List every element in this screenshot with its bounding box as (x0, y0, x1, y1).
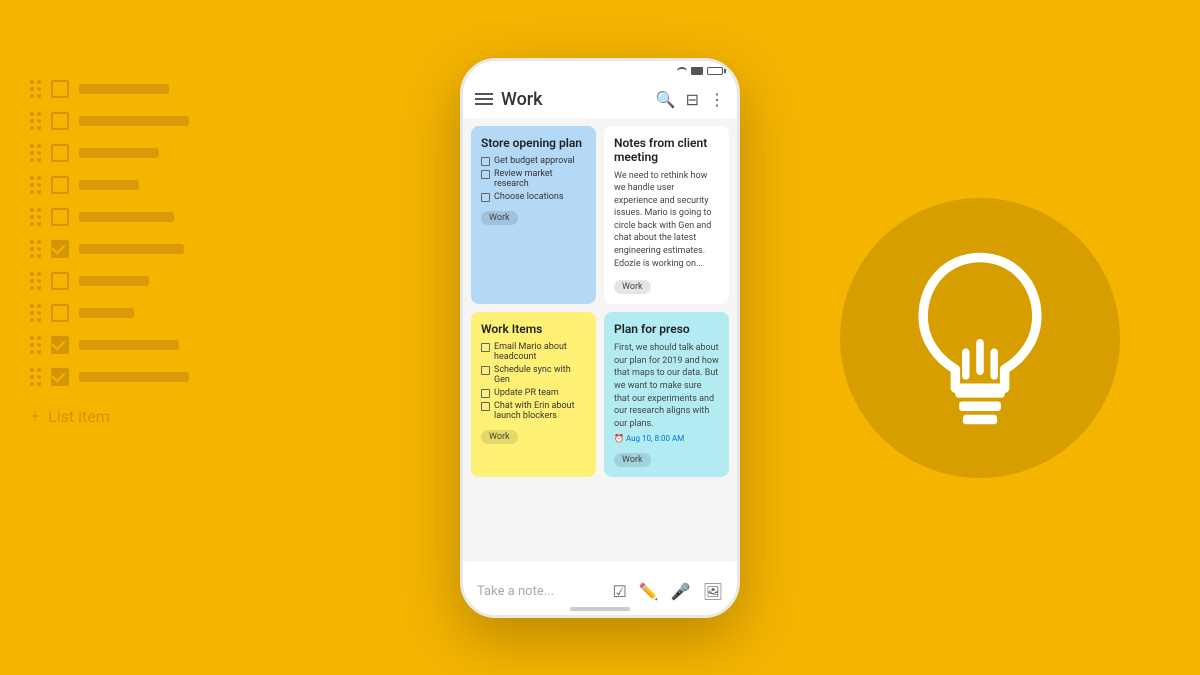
list-item-bar (79, 276, 149, 286)
checkbox-4 (481, 343, 490, 352)
note-plan-preso[interactable]: Plan for preso First, we should talk abo… (604, 312, 729, 477)
list-item-bar (79, 212, 174, 222)
lightbulb-icon (900, 248, 1060, 428)
phone-toolbar: Work 🔍 ⊟ ⋮ (463, 81, 737, 118)
note-item-3: Choose locations (481, 192, 586, 202)
checkbox-1 (481, 157, 490, 166)
right-lightbulb-decoration (840, 198, 1120, 478)
checked-checkbox-icon[interactable] (51, 336, 69, 354)
drag-dots-icon (30, 240, 41, 258)
note-item-1: Email Mario about headcount (481, 342, 586, 362)
unchecked-checkbox-icon[interactable] (51, 176, 69, 194)
note-item-2: Schedule sync with Gen (481, 365, 586, 385)
note-item-2: Review market research (481, 169, 586, 189)
drag-dots-icon (30, 176, 41, 194)
list-row (30, 272, 189, 290)
unchecked-checkbox-icon[interactable] (51, 144, 69, 162)
checkbox-2 (481, 170, 490, 179)
drag-dots-icon (30, 368, 41, 386)
list-item-bar (79, 244, 184, 254)
search-icon[interactable]: 🔍 (656, 90, 676, 109)
note-title: Work Items (481, 322, 586, 336)
list-row (30, 304, 189, 322)
voice-icon[interactable]: 🎤 (671, 582, 691, 601)
note-tag-work[interactable]: Work (481, 211, 518, 225)
drag-dots-icon (30, 272, 41, 290)
signal-icon (691, 67, 703, 75)
battery-icon (707, 67, 723, 75)
list-item-bar (79, 116, 189, 126)
note-store-opening[interactable]: Store opening plan Get budget approval R… (471, 126, 596, 305)
unchecked-checkbox-icon[interactable] (51, 272, 69, 290)
note-title: Plan for preso (614, 322, 719, 336)
phone-status-bar (463, 61, 737, 81)
more-options-icon[interactable]: ⋮ (709, 90, 725, 109)
hamburger-menu[interactable] (475, 93, 493, 105)
bottom-action-icons: ☑ ✏️ 🎤 🖼 (613, 582, 724, 601)
wifi-icon (677, 67, 687, 75)
note-title: Notes from client meeting (614, 136, 719, 164)
lightbulb-circle (840, 198, 1120, 478)
note-date: ⏰ Aug 10, 8:00 AM (614, 434, 719, 443)
unchecked-checkbox-icon[interactable] (51, 304, 69, 322)
list-item-bar (79, 180, 139, 190)
note-work-items[interactable]: Work Items Email Mario about headcount S… (471, 312, 596, 477)
list-item-bar (79, 84, 169, 94)
note-item-3: Update PR team (481, 388, 586, 398)
checked-checkbox-icon[interactable] (51, 368, 69, 386)
note-tag-work[interactable]: Work (614, 280, 651, 294)
list-row (30, 336, 189, 354)
notes-grid: Store opening plan Get budget approval R… (463, 118, 737, 562)
phone-home-bar (570, 607, 630, 611)
image-icon[interactable]: 🖼 (703, 582, 723, 601)
list-row (30, 80, 189, 98)
list-item-bar (79, 148, 159, 158)
drag-dots-icon (30, 80, 41, 98)
drag-dots-icon (30, 304, 41, 322)
add-icon: + (30, 406, 40, 427)
list-row (30, 176, 189, 194)
note-tag-work[interactable]: Work (481, 430, 518, 444)
note-body: We need to rethink how we handle user ex… (614, 170, 719, 271)
checkbox-3 (481, 193, 490, 202)
toolbar-title: Work (501, 89, 543, 110)
list-row (30, 368, 189, 386)
phone-mockup: Work 🔍 ⊟ ⋮ Store opening plan Get budget… (460, 58, 740, 618)
unchecked-checkbox-icon[interactable] (51, 112, 69, 130)
list-item-bar (79, 372, 189, 382)
list-row (30, 144, 189, 162)
list-row (30, 240, 189, 258)
list-row (30, 112, 189, 130)
left-list-decoration: + List item (30, 80, 189, 427)
take-note-placeholder[interactable]: Take a note... (477, 584, 554, 599)
drag-dots-icon (30, 144, 41, 162)
list-item-bar (79, 340, 179, 350)
checklist-icon[interactable]: ☑ (613, 582, 627, 601)
checkbox-6 (481, 389, 490, 398)
add-list-item-label: List item (48, 407, 110, 426)
phone-body: Work 🔍 ⊟ ⋮ Store opening plan Get budget… (460, 58, 740, 618)
drag-dots-icon (30, 112, 41, 130)
grid-view-icon[interactable]: ⊟ (686, 90, 699, 109)
unchecked-checkbox-icon[interactable] (51, 80, 69, 98)
drag-dots-icon (30, 336, 41, 354)
note-item-1: Get budget approval (481, 156, 586, 166)
list-row (30, 208, 189, 226)
drag-dots-icon (30, 208, 41, 226)
note-client-meeting[interactable]: Notes from client meeting We need to ret… (604, 126, 729, 305)
checkbox-5 (481, 366, 490, 375)
note-body: First, we should talk about our plan for… (614, 342, 719, 430)
note-tag-work[interactable]: Work (614, 453, 651, 467)
list-item-bar (79, 308, 134, 318)
note-title: Store opening plan (481, 136, 586, 150)
add-list-item-row[interactable]: + List item (30, 406, 189, 427)
checkbox-7 (481, 402, 490, 411)
checked-checkbox-icon[interactable] (51, 240, 69, 258)
draw-icon[interactable]: ✏️ (639, 582, 659, 601)
unchecked-checkbox-icon[interactable] (51, 208, 69, 226)
note-item-4: Chat with Erin about launch blockers (481, 401, 586, 421)
